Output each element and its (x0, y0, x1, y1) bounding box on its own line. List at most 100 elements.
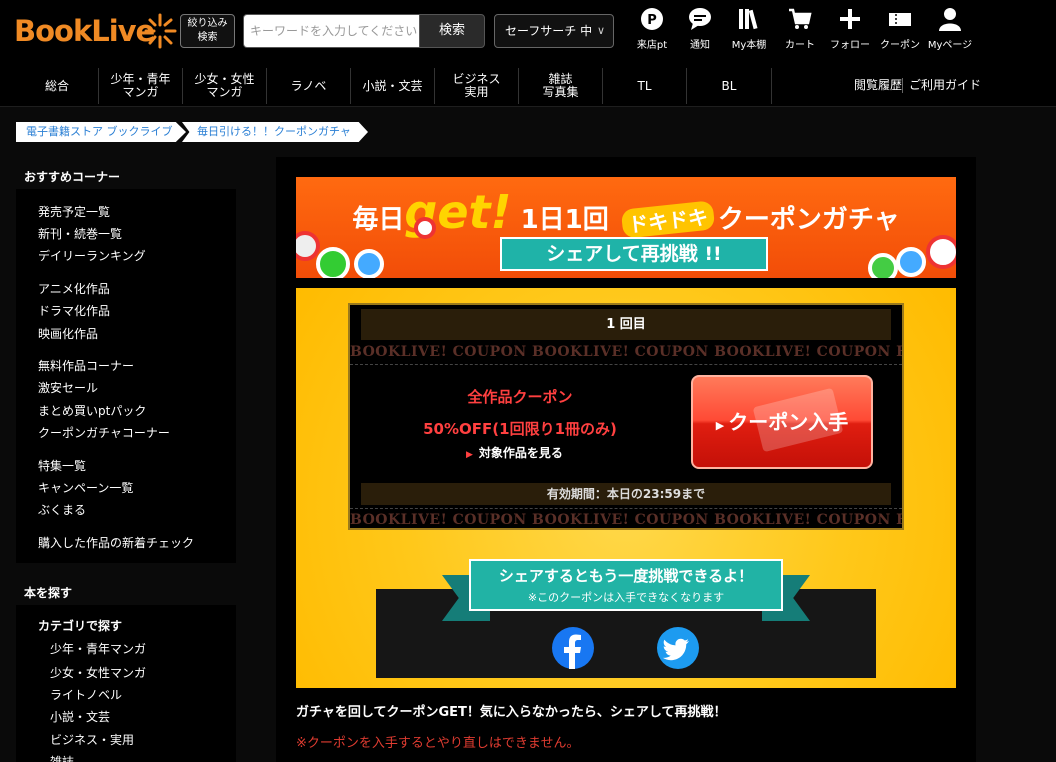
header-mypage-button[interactable]: Myページ (925, 6, 975, 54)
coupon-perforation (350, 364, 902, 365)
header-follow-button[interactable]: フォロー (825, 6, 875, 54)
header-bookshelf-button[interactable]: My本棚 (724, 6, 774, 54)
gacha-ball-icon (896, 247, 926, 277)
facebook-share-button[interactable] (552, 627, 594, 669)
header-icon-label: 来店pt (636, 40, 668, 51)
sidebar-link[interactable]: ドラマ化作品 (38, 302, 110, 319)
sidebar-link[interactable]: まとめ買いptパック (38, 402, 146, 419)
safe-search-select[interactable]: セーフサーチ 中 ∨ (494, 14, 614, 48)
share-title: シェアするともう一度挑戦できるよ！ (498, 567, 754, 585)
safe-search-value: セーフサーチ 中 (505, 24, 593, 38)
header-coupon-button[interactable]: クーポン (875, 6, 925, 54)
sidebar-link[interactable]: 特集一覧 (38, 457, 86, 474)
nav-item-magazine[interactable]: 雑誌 写真集 (519, 68, 603, 104)
sidebar-link[interactable]: 購入した作品の新着チェック (38, 534, 194, 551)
nav-item-shonen[interactable]: 少年・青年 マンガ (99, 68, 183, 104)
header-notice-button[interactable]: 通知 (675, 6, 725, 54)
coupon-expiry: 有効期間：本日の23:59まで (361, 483, 891, 505)
gacha-ball-icon (354, 249, 384, 278)
sidebar-link[interactable]: 新刊・続巻一覧 (38, 225, 122, 242)
nav-item-business[interactable]: ビジネス 実用 (435, 68, 519, 104)
nav-item-ranobe[interactable]: ラノベ (267, 68, 351, 104)
nav-item-novel[interactable]: 小説・文芸 (351, 68, 435, 104)
twitter-bird-icon (662, 638, 689, 661)
sidebar-category-link[interactable]: ビジネス・実用 (50, 731, 134, 748)
breadcrumb-current[interactable]: 毎日引ける！！クーポンガチャ (182, 122, 368, 142)
coupon-round-label: 1 回目 (361, 309, 891, 340)
cart-icon (789, 8, 812, 29)
nav-item-tl[interactable]: TL (603, 68, 687, 104)
twitter-share-button[interactable] (657, 627, 699, 669)
gacha-ball-icon (316, 247, 350, 278)
sidebar-category-link[interactable]: 雑誌 (50, 753, 74, 762)
banner-title: 毎日get! 1日1回 ドキドキ クーポンガチャ (296, 185, 956, 239)
sidebar-link[interactable]: クーポンガチャコーナー (38, 424, 170, 441)
sidebar-link[interactable]: 発売予定一覧 (38, 203, 110, 220)
sidebar-category-link[interactable]: ライトノベル (50, 686, 122, 703)
sidebar-category-link[interactable]: 小説・文芸 (50, 708, 110, 725)
sidebar-category-link[interactable]: 少女・女性マンガ (50, 664, 146, 681)
header-icon-label: フォロー (830, 40, 870, 51)
coupon-target-link[interactable]: ▶ 対象作品を見る (466, 444, 563, 461)
search-input[interactable]: キーワードを入力してください (243, 14, 420, 48)
banner-title-once: 1日1回 (520, 205, 609, 235)
gacha-ball-icon (868, 253, 898, 278)
filter-search-button[interactable]: 絞り込み 検索 (180, 14, 235, 48)
sidebar-link[interactable]: 無料作品コーナー (38, 357, 134, 374)
site-header: BookLive 絞り込み 検索 キーワードを入力してください 検索 セーフサー… (0, 0, 1056, 64)
header-icon-label: カート (785, 40, 815, 51)
gacha-warning: ※クーポンを入手するとやり直しはできません。 (296, 736, 580, 751)
sidebar-find-title: 本を探す (24, 586, 73, 600)
bell-chat-icon (689, 8, 711, 30)
bookshelf-icon (739, 9, 758, 30)
nav-divider (902, 78, 903, 93)
search-button[interactable]: 検索 (419, 14, 485, 48)
sidebar-link[interactable]: アニメ化作品 (38, 280, 110, 297)
nav-item-bl[interactable]: BL (687, 68, 772, 104)
coupon-target-label: 対象作品を見る (478, 446, 563, 460)
nav-guide-link[interactable]: ご利用ガイド (909, 64, 981, 107)
coupon-stamp-bottom: BOOKLIVE! COUPON BOOKLIVE! COUPON BOOKLI… (350, 512, 902, 528)
get-coupon-button[interactable]: ▶ クーポン入手 (691, 375, 873, 469)
nav-history-link[interactable]: 閲覧履歴 (854, 64, 902, 107)
header-icon-label: My本棚 (731, 40, 767, 51)
gacha-description: ガチャを回してクーポンGET！気に入らなかったら、シェアして再挑戦！ (296, 705, 727, 720)
banner-title-doki: ドキドキ (620, 200, 716, 239)
share-note: ※このクーポンは入手できなくなります (527, 591, 725, 604)
share-ribbon: シェアするともう一度挑戦できるよ！ ※このクーポンは入手できなくなります (469, 559, 783, 611)
coupon-stamp-top: BOOKLIVE! COUPON BOOKLIVE! COUPON BOOKLI… (350, 344, 902, 360)
coupon-discount: 50%OFF(1回限り1冊のみ) (423, 420, 617, 438)
breadcrumb-home[interactable]: 電子書籍ストア ブックライブ (16, 122, 186, 142)
header-cart-button[interactable]: カート (775, 6, 825, 54)
banner-title-prefix: 毎日 (352, 205, 405, 235)
sidebar-link[interactable]: 激安セール (38, 379, 98, 396)
chevron-down-icon: ∨ (596, 24, 605, 37)
category-nav: 総合 少年・青年 マンガ 少女・女性 マンガ ラノベ 小説・文芸 ビジネス 実用… (0, 64, 1056, 107)
sidebar-link[interactable]: 映画化作品 (38, 325, 98, 342)
banner-share-ribbon: シェアして再挑戦 !! (500, 237, 768, 271)
sidebar-category-title: カテゴリで探す (38, 619, 123, 633)
header-icon-label: クーポン (880, 40, 920, 51)
coupon-perforation (350, 508, 902, 509)
nav-item-all[interactable]: 総合 (16, 68, 99, 104)
sidebar-link[interactable]: ぶくまる (38, 501, 86, 518)
get-coupon-label: クーポン入手 (728, 410, 849, 434)
header-icon-label: 通知 (690, 40, 710, 51)
sidebar-recommend-title: おすすめコーナー (24, 170, 121, 184)
gacha-ball-icon (414, 217, 436, 239)
triangle-right-icon: ▶ (715, 419, 725, 432)
sidebar-link[interactable]: キャンペーン一覧 (38, 479, 133, 496)
booklive-logo[interactable]: BookLive (14, 8, 177, 54)
header-icon-label: Myページ (927, 40, 973, 51)
coupon-name: 全作品クーポン (467, 388, 573, 406)
user-icon (939, 8, 961, 31)
header-point-button[interactable]: P 来店pt (627, 6, 677, 54)
coupon-icon (889, 13, 911, 26)
nav-item-shojo[interactable]: 少女・女性 マンガ (183, 68, 267, 104)
sidebar-category-link[interactable]: 少年・青年マンガ (50, 640, 146, 657)
plus-icon (840, 9, 860, 29)
point-icon: P (641, 8, 663, 30)
svg-text:P: P (647, 13, 657, 28)
sidebar-link[interactable]: デイリーランキング (38, 247, 146, 264)
gacha-ball-icon (926, 235, 956, 269)
